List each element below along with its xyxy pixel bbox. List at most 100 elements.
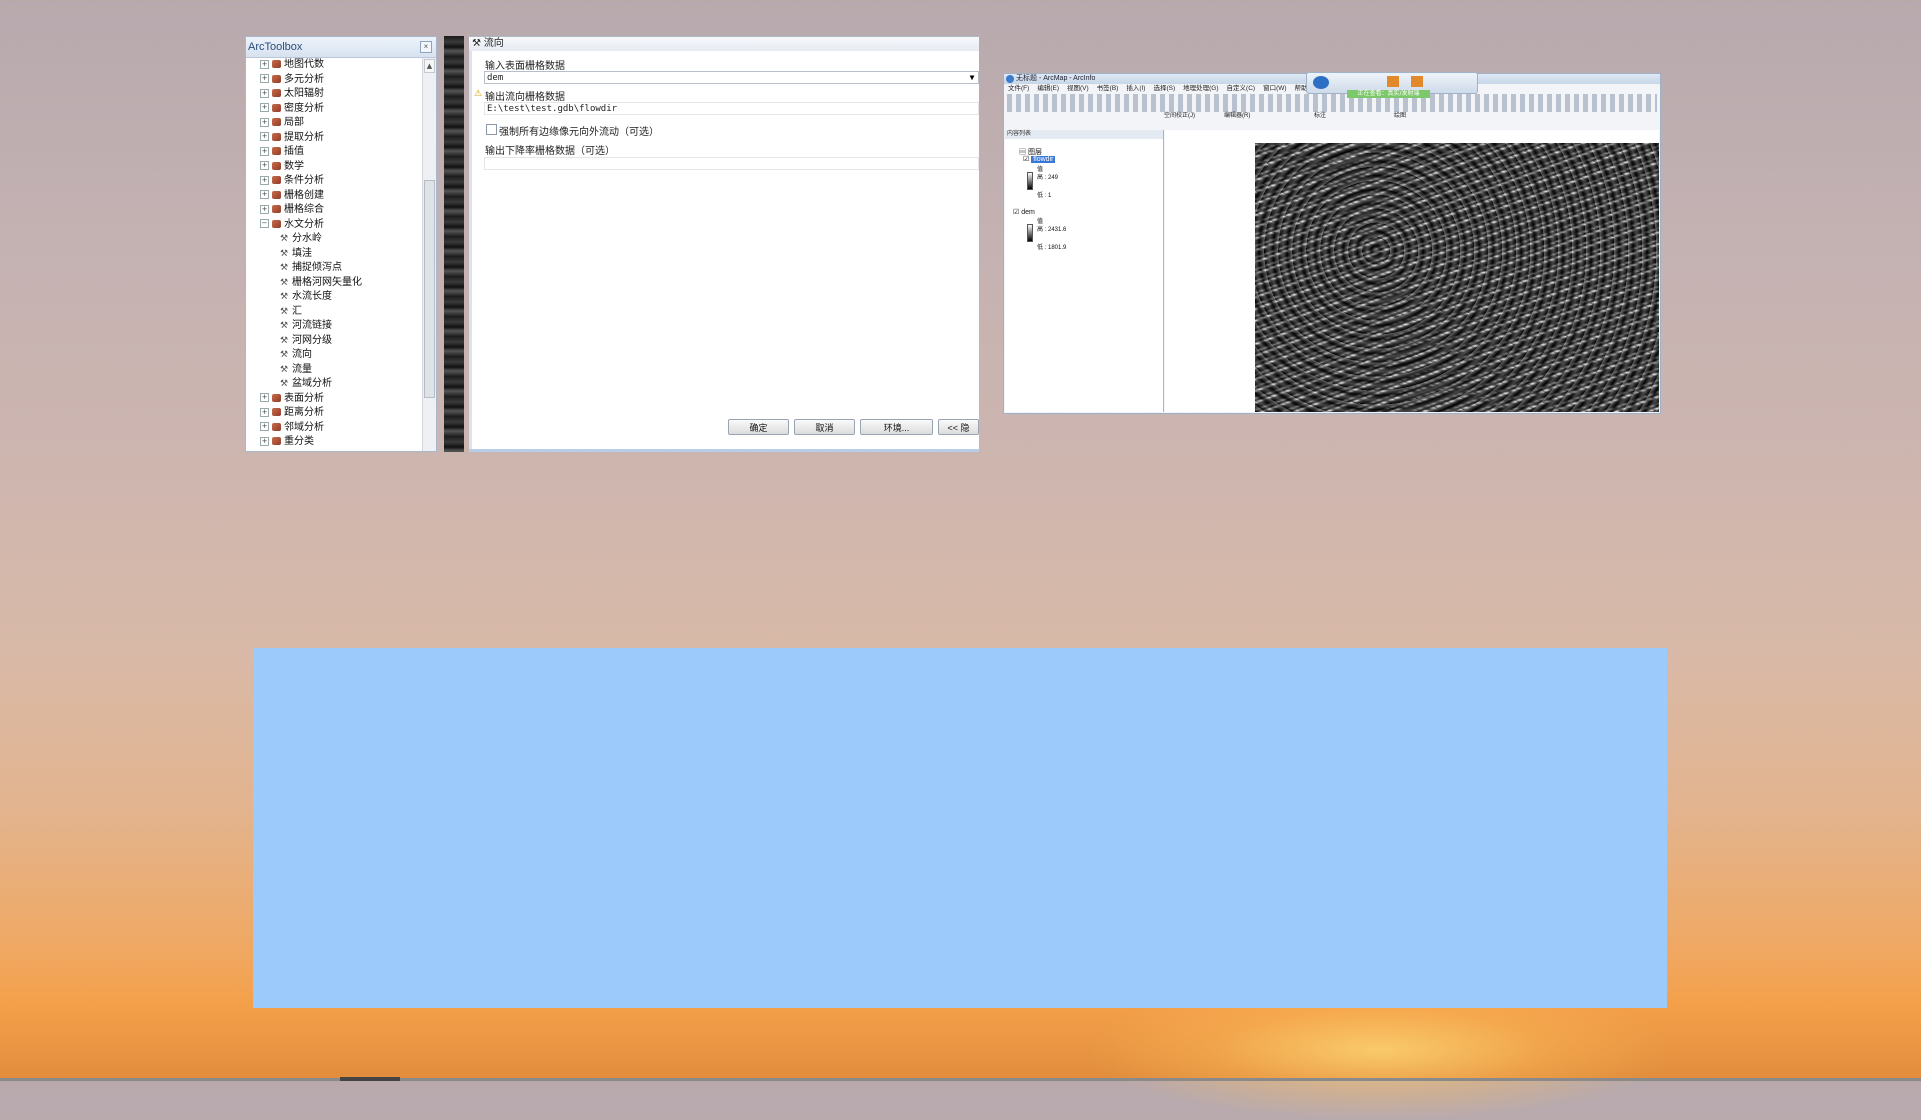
toolbox-toolset-item[interactable]: + 邻域分析	[246, 421, 422, 436]
layer-tool-icon[interactable]	[1387, 76, 1399, 87]
hide-help-button[interactable]: << 隐	[938, 419, 979, 435]
toolbox-tool-item[interactable]: ⚒ 汇	[246, 305, 422, 320]
toolbox-toolset-item[interactable]: + 条件分析	[246, 174, 422, 189]
toolbox-tree: + 地图代数 + 多元分析 + 太阳辐射 + 密度分析 + 局部 + 提取分析 + 插值 + 数学 + 条件分析 +…	[246, 58, 422, 451]
expand-icon[interactable]: +	[260, 132, 269, 141]
toolbox-toolset-item[interactable]: + 密度分析	[246, 102, 422, 117]
toolbox-item-label: 数学	[284, 160, 304, 172]
toolbox-item-label: 分水岭	[292, 233, 322, 244]
toolbox-toolset-item[interactable]: + 栅格综合	[246, 203, 422, 218]
toolbox-toolset-item[interactable]: + 局部	[246, 116, 422, 131]
menu-item[interactable]: 自定义(C)	[1227, 85, 1256, 92]
toolbox-tool-item[interactable]: ⚒ 盆域分析	[246, 377, 422, 392]
menu-item[interactable]: 编辑(E)	[1037, 85, 1059, 92]
cancel-button[interactable]: 取消	[794, 419, 855, 435]
toc-layer-flowdir[interactable]: ☑ flowdir	[1023, 155, 1056, 163]
toolbox-item-label: 局部	[284, 117, 304, 128]
expand-icon[interactable]: +	[260, 117, 269, 127]
toolbox-toolset-item[interactable]: + 重分类	[246, 435, 422, 450]
menu-item[interactable]: 选择(S)	[1153, 85, 1175, 92]
toc-layer-dem[interactable]: ☑ dem	[1013, 208, 1035, 216]
menu-item[interactable]: 地理处理(G)	[1183, 85, 1218, 92]
layer-tool-icon[interactable]	[1411, 76, 1423, 87]
toolbox-tool-item[interactable]: ⚒ 河流链接	[246, 319, 422, 334]
expand-icon[interactable]: +	[260, 422, 269, 431]
label-toolbar[interactable]: 标注	[1314, 112, 1326, 121]
menu-item[interactable]: 插入(I)	[1126, 85, 1145, 92]
spatial-adjust-menu[interactable]: 空间校正(J)	[1164, 112, 1195, 121]
expand-icon[interactable]: +	[260, 190, 269, 199]
toolbox-tool-item[interactable]: ⚒ 流量	[246, 363, 422, 378]
toolbox-tool-item[interactable]: ⚒ 填洼	[246, 247, 422, 262]
tools-toolbar[interactable]	[1007, 103, 1657, 112]
toolbox-tool-item[interactable]: ⚒ 水流长度	[246, 290, 422, 305]
expand-icon[interactable]: +	[260, 175, 269, 185]
toolset-icon	[272, 437, 281, 445]
toolbox-toolset-item[interactable]: + 表面分析	[246, 392, 422, 407]
arcmap-window: 无标题 - ArcMap - ArcInfo 文件(F) 编辑(E) 视图(V) 书签…	[1003, 73, 1661, 414]
toolbox-toolset-item[interactable]: + 地图代数	[246, 58, 422, 73]
toolbox-tool-item[interactable]: ⚒ 分水岭	[246, 232, 422, 247]
toolbox-tool-item[interactable]: ⚒ 捕捉倾泻点	[246, 261, 422, 276]
toolbox-toolset-item[interactable]: + 栅格创建	[246, 189, 422, 204]
expand-icon[interactable]: +	[260, 393, 269, 402]
toolbox-item-label: 太阳辐射	[284, 88, 324, 99]
map-view[interactable]	[1165, 130, 1659, 412]
close-icon[interactable]: ×	[420, 41, 432, 53]
flowdir-low-label: 低 : 1	[1037, 193, 1052, 199]
toolbox-tool-item[interactable]: ⚒ 流向	[246, 348, 422, 363]
output-flowdir-field[interactable]: E:\test\test.gdb\flowdir	[484, 102, 979, 115]
toolbox-item-label: 插值	[284, 146, 304, 157]
layer-checkbox-icon[interactable]: ☑	[1013, 209, 1019, 216]
layer-name-dem[interactable]: dem	[1021, 209, 1035, 216]
toolbox-scrollbar[interactable]: ▲	[422, 58, 436, 451]
input-surface-value: dem	[487, 73, 504, 83]
output-drop-field[interactable]	[484, 157, 979, 170]
toolbox-toolset-item[interactable]: + 距离分析	[246, 406, 422, 421]
dem-high-label: 高 : 2431.6	[1037, 227, 1067, 233]
toolbox-toolset-item[interactable]: + 提取分析	[246, 131, 422, 146]
ok-button[interactable]: 确定	[728, 419, 789, 435]
expand-icon[interactable]: +	[260, 407, 269, 417]
toolbox-tool-item[interactable]: ⚒ 栅格河网矢量化	[246, 276, 422, 291]
toolbox-toolset-item[interactable]: + 太阳辐射	[246, 87, 422, 102]
expand-icon[interactable]: +	[260, 161, 269, 170]
layer-checkbox-icon[interactable]: ☑	[1023, 156, 1029, 163]
force-edge-outward-checkbox[interactable]	[486, 124, 497, 135]
expand-icon[interactable]: +	[260, 74, 269, 83]
expand-icon[interactable]: +	[260, 88, 269, 98]
menu-item[interactable]: 书签(B)	[1097, 85, 1119, 92]
expand-icon[interactable]: +	[260, 146, 269, 156]
hammer-icon: ⚒	[280, 263, 289, 273]
taskbar-item[interactable]	[340, 1077, 400, 1081]
toolbox-item-label: 栅格创建	[284, 189, 324, 201]
toolbox-toolset-item[interactable]: + 数学	[246, 160, 422, 175]
toolbox-toolset-item[interactable]: + 多元分析	[246, 73, 422, 88]
expand-icon[interactable]: +	[260, 103, 269, 112]
expand-icon[interactable]: +	[260, 436, 269, 446]
expand-icon[interactable]: −	[260, 219, 269, 228]
expand-icon[interactable]: +	[260, 59, 269, 69]
toolbox-item-label: 表面分析	[284, 392, 324, 404]
globe-icon[interactable]	[1313, 76, 1329, 89]
flowdir-raster-display	[1255, 143, 1659, 412]
toolbox-toolset-item[interactable]: + 插值	[246, 145, 422, 160]
menu-item[interactable]: 窗口(W)	[1263, 85, 1286, 92]
output-drop-label: 输出下降率栅格数据（可选）	[485, 146, 615, 157]
standard-toolbar[interactable]	[1007, 94, 1657, 103]
layer-name-flowdir[interactable]: flowdir	[1031, 156, 1056, 163]
input-surface-field[interactable]: dem ▼	[484, 71, 979, 84]
toolbox-tool-item[interactable]: ⚒ 河网分级	[246, 334, 422, 349]
arcmap-title: 无标题 - ArcMap - ArcInfo	[1016, 75, 1096, 82]
scrollbar-thumb[interactable]	[424, 180, 435, 398]
chevron-down-icon[interactable]: ▼	[966, 72, 978, 83]
menu-item[interactable]: 视图(V)	[1067, 85, 1089, 92]
scroll-up-icon[interactable]: ▲	[424, 59, 435, 73]
toolbox-toolset-item[interactable]: − 水文分析	[246, 218, 422, 233]
draw-toolbar[interactable]: 绘图	[1394, 112, 1406, 121]
editor-menu[interactable]: 编辑器(R)	[1224, 112, 1250, 121]
expand-icon[interactable]: +	[260, 204, 269, 214]
toolbox-item-label: 距离分析	[284, 407, 324, 418]
environments-button[interactable]: 环境...	[860, 419, 933, 435]
menu-item[interactable]: 文件(F)	[1008, 85, 1029, 92]
